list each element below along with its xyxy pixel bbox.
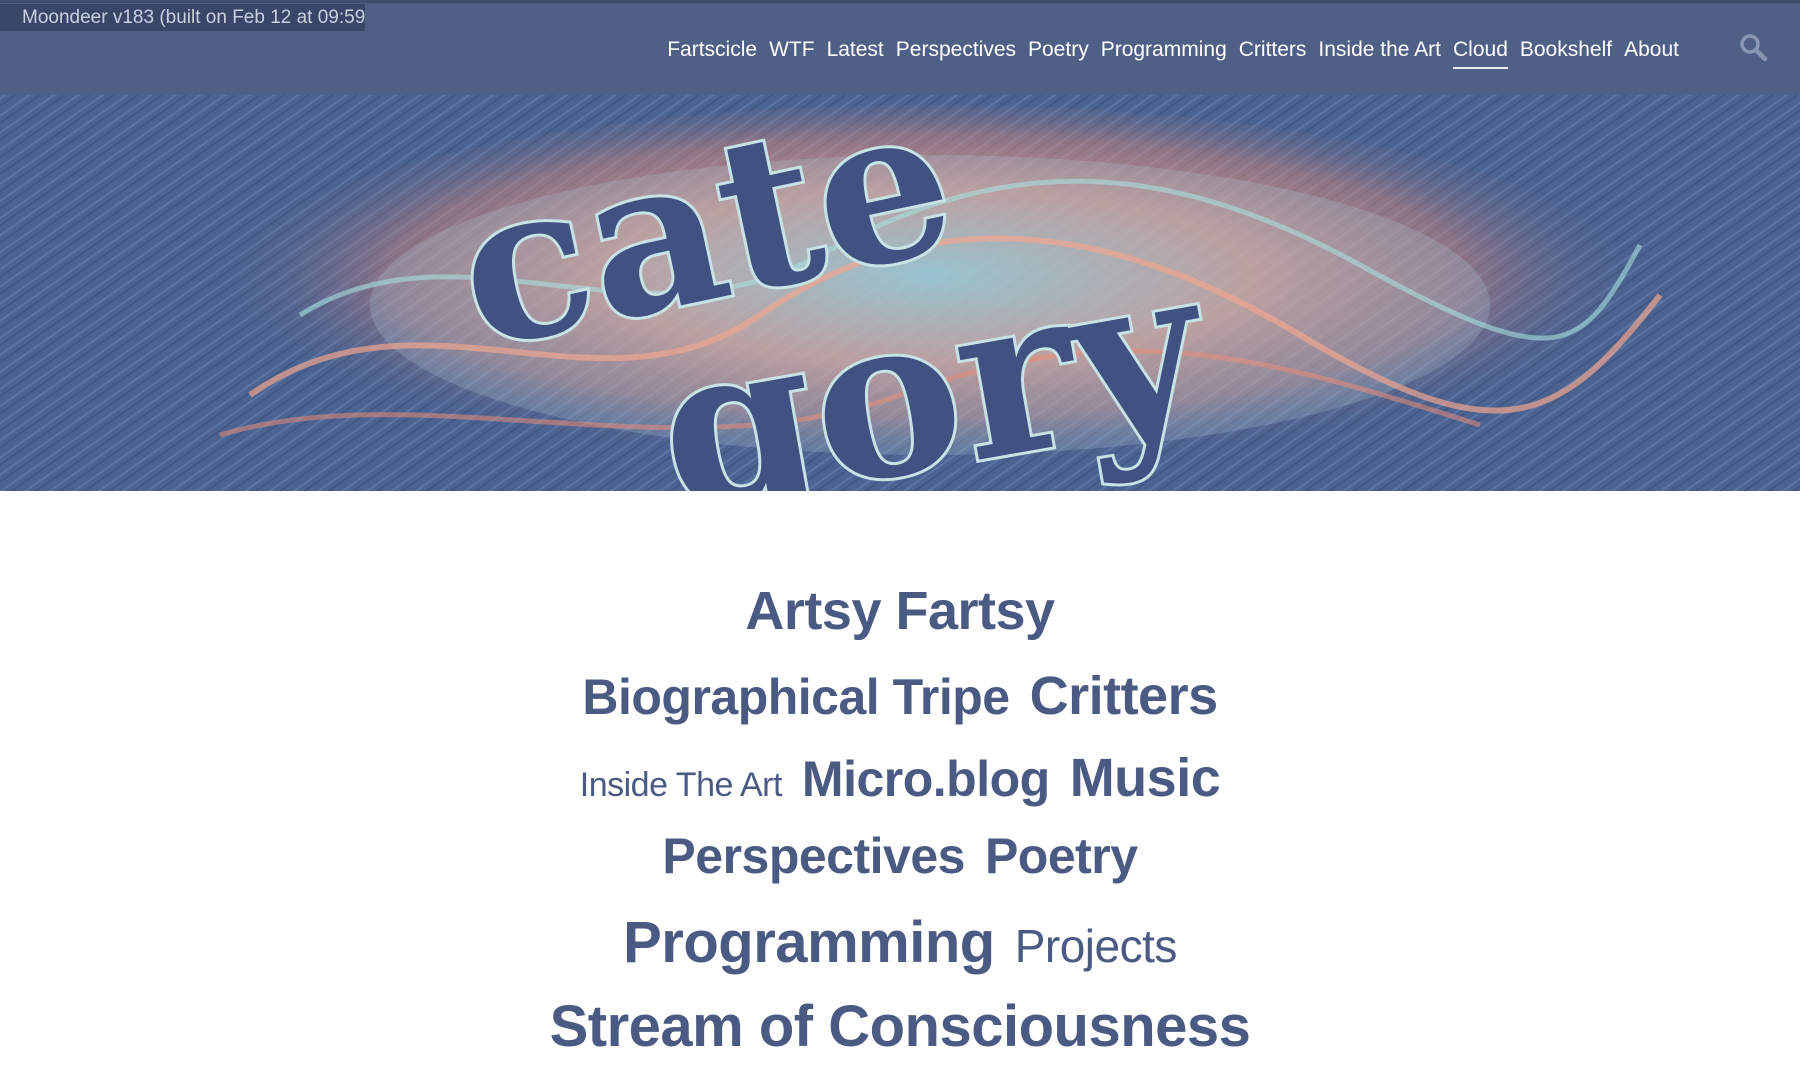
nav-item-fartscicle[interactable]: Fartscicle bbox=[661, 33, 763, 67]
main-nav: Fartscicle WTF Latest Perspectives Poetr… bbox=[661, 33, 1685, 69]
tag-music[interactable]: Music bbox=[1070, 747, 1221, 809]
nav-item-critters[interactable]: Critters bbox=[1233, 33, 1313, 67]
tag-perspectives[interactable]: Perspectives bbox=[662, 827, 965, 885]
nav-item-perspectives[interactable]: Perspectives bbox=[890, 33, 1022, 67]
tag-artsy-fartsy[interactable]: Artsy Fartsy bbox=[745, 580, 1055, 642]
tag-critters[interactable]: Critters bbox=[1030, 665, 1219, 727]
tag-micro-blog[interactable]: Micro.blog bbox=[802, 750, 1050, 808]
tag-poetry[interactable]: Poetry bbox=[985, 827, 1138, 885]
nav-item-poetry[interactable]: Poetry bbox=[1022, 33, 1095, 67]
tag-cloud-row: Artsy Fartsy bbox=[0, 580, 1800, 665]
tag-cloud-row: Biographical Tripe Critters bbox=[0, 665, 1800, 747]
tag-cloud-row: Inside The Art Micro.blog Music bbox=[0, 747, 1800, 827]
header-top-border bbox=[0, 0, 1800, 3]
tag-inside-the-art[interactable]: Inside The Art bbox=[580, 766, 783, 805]
build-badge: Moondeer v183 (built on Feb 12 at 09:59) bbox=[0, 4, 365, 31]
nav-item-wtf[interactable]: WTF bbox=[763, 33, 820, 67]
tag-programming[interactable]: Programming bbox=[623, 909, 995, 976]
nav-item-programming[interactable]: Programming bbox=[1095, 33, 1233, 67]
hero-artwork: cate gory bbox=[0, 95, 1800, 491]
tag-cloud-row: Programming Projects bbox=[0, 909, 1800, 993]
search-icon[interactable] bbox=[1738, 32, 1768, 62]
hero-banner: cate gory bbox=[0, 95, 1800, 491]
page: Moondeer v183 (built on Feb 12 at 09:59)… bbox=[0, 0, 1800, 1079]
tag-biographical-tripe[interactable]: Biographical Tripe bbox=[582, 668, 1010, 726]
tag-cloud-row: Perspectives Poetry bbox=[0, 827, 1800, 909]
tag-projects[interactable]: Projects bbox=[1015, 919, 1178, 973]
tag-stream-of-consciousness[interactable]: Stream of Consciousness bbox=[550, 993, 1251, 1060]
nav-item-cloud[interactable]: Cloud bbox=[1447, 33, 1514, 69]
tag-cloud: Artsy Fartsy Biographical Tripe Critters… bbox=[0, 580, 1800, 1077]
nav-item-about[interactable]: About bbox=[1618, 33, 1685, 67]
tag-cloud-row: Stream of Consciousness bbox=[0, 993, 1800, 1077]
nav-item-latest[interactable]: Latest bbox=[821, 33, 890, 67]
site-header: Moondeer v183 (built on Feb 12 at 09:59)… bbox=[0, 0, 1800, 95]
nav-item-inside-the-art[interactable]: Inside the Art bbox=[1312, 33, 1447, 67]
nav-item-bookshelf[interactable]: Bookshelf bbox=[1514, 33, 1618, 67]
